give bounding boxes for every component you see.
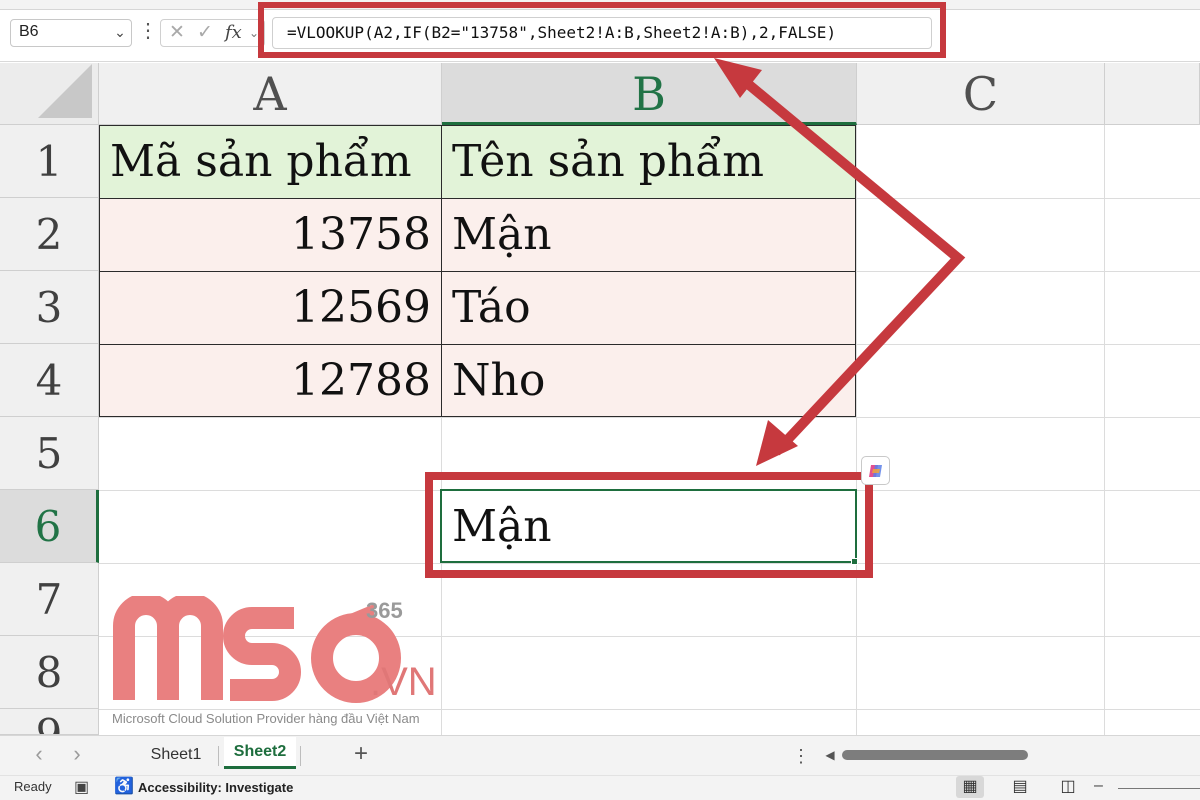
zoom-out-icon[interactable]: – <box>1094 777 1103 795</box>
annotation-arrow-line <box>732 70 966 456</box>
zoom-slider[interactable] <box>1118 788 1200 789</box>
tab-options-icon[interactable]: ⋮ <box>792 744 810 768</box>
scroll-left-icon[interactable]: ◀ <box>822 745 838 765</box>
status-ready: Ready <box>14 779 52 794</box>
prev-sheet-icon[interactable]: ‹ <box>26 741 52 767</box>
page-layout-view-icon[interactable]: ▤ <box>1006 776 1034 798</box>
accessibility-status[interactable]: Accessibility: Investigate <box>138 780 293 795</box>
annotation-arrowhead-bottom <box>756 420 798 466</box>
tab-separator <box>218 746 219 766</box>
horizontal-scrollbar[interactable] <box>842 750 1028 760</box>
tab-sheet2[interactable]: Sheet2 <box>224 737 296 769</box>
tab-sheet1[interactable]: Sheet1 <box>138 742 214 768</box>
normal-view-icon[interactable]: ▦ <box>956 776 984 798</box>
page-break-view-icon[interactable]: ◫ <box>1054 776 1082 798</box>
tab-separator <box>300 746 301 766</box>
macro-recording-icon[interactable]: ▣ <box>74 777 89 797</box>
add-sheet-button[interactable]: + <box>348 740 374 768</box>
watermark-vn: .VN <box>370 660 437 704</box>
next-sheet-icon[interactable]: › <box>64 741 90 767</box>
watermark-caption: Microsoft Cloud Solution Provider hàng đ… <box>112 711 420 726</box>
accessibility-icon[interactable]: ♿ <box>114 776 134 796</box>
watermark-365: 365 <box>366 598 403 623</box>
